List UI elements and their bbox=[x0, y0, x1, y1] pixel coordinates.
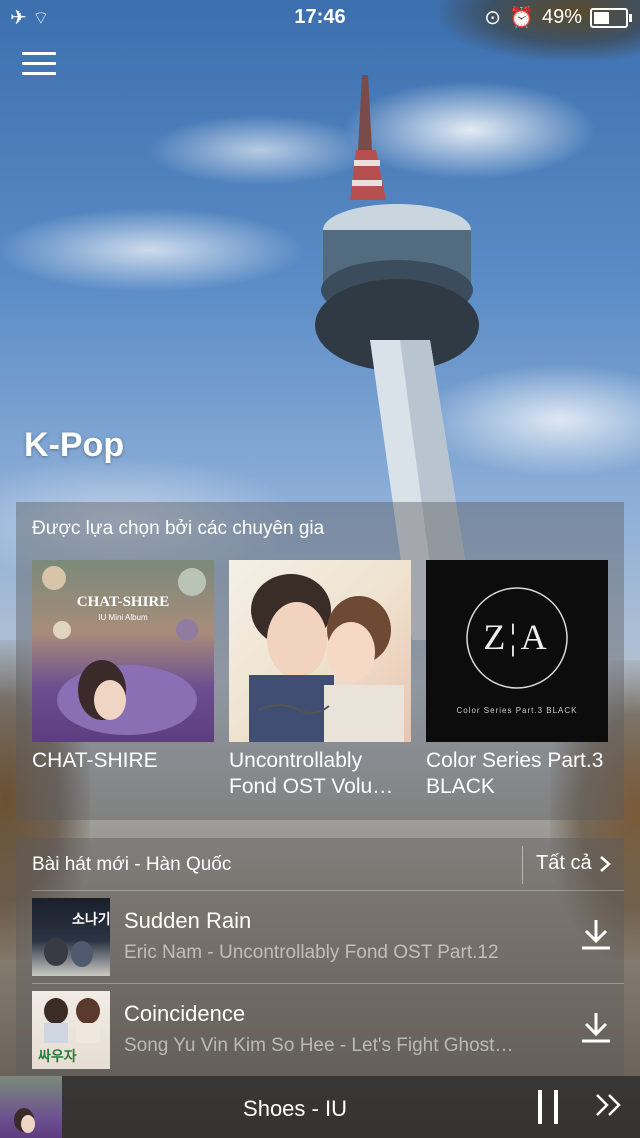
rotation-lock-icon: ⊙ bbox=[484, 7, 502, 29]
status-bar: ✈ ⌔ 17:46 ⊙ ⏰ 49% bbox=[0, 0, 640, 34]
album-card[interactable]: Z¦A Color Series Part.3 BLACK Color Seri… bbox=[426, 560, 608, 800]
header-divider bbox=[522, 846, 523, 884]
next-track-icon[interactable] bbox=[594, 1092, 624, 1118]
download-icon[interactable] bbox=[580, 1011, 612, 1043]
song-artist: Song Yu Vin Kim So Hee - Let's Fight Gho… bbox=[124, 1035, 514, 1056]
hamburger-menu-icon[interactable] bbox=[22, 52, 56, 76]
featured-panel: Được lựa chọn bởi các chuyên gia CHAT-SH… bbox=[16, 502, 624, 820]
svg-text:소나기: 소나기 bbox=[72, 912, 110, 928]
row-divider bbox=[32, 890, 624, 891]
album-name: CHAT-SHIRE bbox=[32, 749, 158, 772]
album-card[interactable]: CHAT-SHIRE IU Mini Album CHAT-SHIRE bbox=[32, 560, 214, 774]
song-row[interactable]: 소나기 Sudden Rain Eric Nam - Uncontrollabl… bbox=[32, 890, 624, 982]
album-cover bbox=[229, 560, 411, 742]
cover-title: Z¦A bbox=[483, 617, 551, 657]
row-divider bbox=[32, 983, 624, 984]
song-thumbnail: 싸우자 bbox=[32, 991, 110, 1069]
svg-text:싸우자: 싸우자 bbox=[38, 1049, 77, 1065]
cover-subtitle: Color Series Part.3 BLACK bbox=[456, 706, 578, 715]
see-all-button[interactable]: Tất cả bbox=[536, 852, 612, 875]
new-songs-title: Bài hát mới - Hàn Quốc bbox=[32, 854, 232, 875]
song-thumbnail: 소나기 bbox=[32, 898, 110, 976]
see-all-label: Tất cả bbox=[536, 852, 592, 874]
status-right: ⊙ ⏰ 49% bbox=[484, 5, 632, 30]
album-cover: CHAT-SHIRE IU Mini Album bbox=[32, 560, 214, 742]
new-songs-panel: Bài hát mới - Hàn Quốc Tất cả 소나기 Sudden… bbox=[16, 838, 624, 1078]
song-title: Coincidence bbox=[124, 1001, 246, 1026]
now-playing-title: Shoes - IU bbox=[243, 1096, 347, 1121]
song-artist: Eric Nam - Uncontrollably Fond OST Part.… bbox=[124, 942, 499, 963]
download-icon[interactable] bbox=[580, 918, 612, 950]
album-name: Color Series Part.3 BLACK bbox=[426, 749, 604, 798]
chevron-right-icon bbox=[599, 855, 611, 872]
album-card[interactable]: Uncontrollably Fond OST Volu… bbox=[229, 560, 411, 800]
cover-title: CHAT-SHIRE bbox=[76, 594, 170, 610]
song-title: Sudden Rain bbox=[124, 908, 252, 933]
featured-title: Được lựa chọn bởi các chuyên gia bbox=[32, 518, 325, 539]
battery-icon bbox=[590, 7, 632, 28]
pause-icon[interactable] bbox=[536, 1088, 560, 1126]
album-cover: Z¦A Color Series Part.3 BLACK bbox=[426, 560, 608, 742]
battery-percent: 49% bbox=[541, 6, 582, 28]
cover-subtitle: IU Mini Album bbox=[98, 613, 148, 622]
page-title: K-Pop bbox=[24, 426, 125, 464]
alarm-icon: ⏰ bbox=[509, 7, 534, 29]
song-row[interactable]: 싸우자 Coincidence Song Yu Vin Kim So Hee -… bbox=[32, 983, 624, 1075]
album-name: Uncontrollably Fond OST Volu… bbox=[229, 749, 394, 798]
mini-player[interactable]: Shoes - IU bbox=[0, 1076, 640, 1138]
